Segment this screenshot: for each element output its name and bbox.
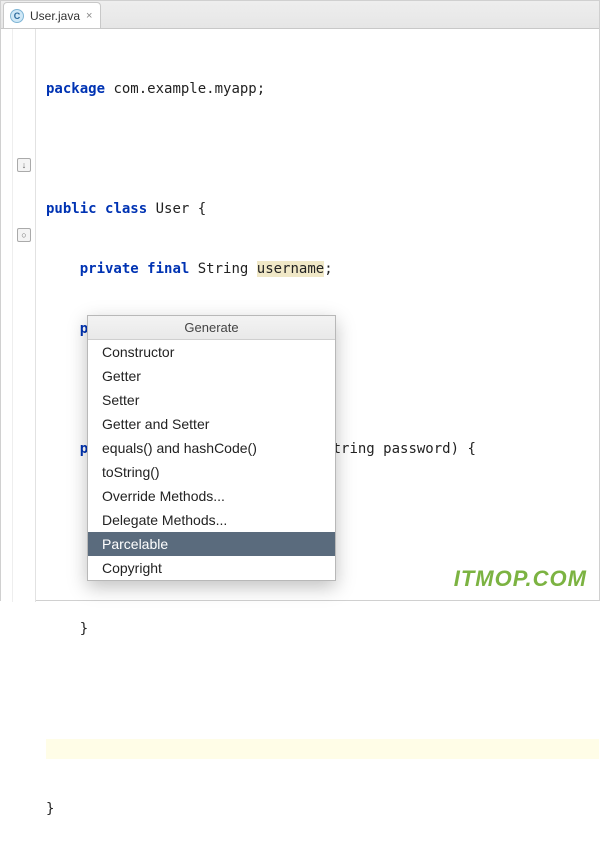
code-text: com.example.myapp;	[105, 81, 265, 97]
tab-bar: C User.java ×	[1, 1, 599, 29]
popup-title: Generate	[88, 316, 335, 340]
generate-popup: Generate Constructor Getter Setter Gette…	[87, 315, 336, 581]
popup-item-parcelable[interactable]: Parcelable	[88, 532, 335, 556]
popup-list: Constructor Getter Setter Getter and Set…	[88, 340, 335, 580]
keyword: package	[46, 81, 105, 97]
watermark: ITMOP.COM	[454, 566, 587, 592]
code-text: }	[80, 621, 88, 637]
popup-item-tostring[interactable]: toString()	[88, 460, 335, 484]
tab-title: User.java	[30, 9, 80, 23]
code-text: User {	[147, 201, 206, 217]
code-text: ;	[324, 261, 332, 277]
code-text: String	[189, 261, 256, 277]
implements-gutter-icon[interactable]: ↓	[17, 158, 31, 172]
current-line	[46, 739, 599, 759]
override-gutter-icon[interactable]: ○	[17, 228, 31, 242]
popup-item-equals-hashcode[interactable]: equals() and hashCode()	[88, 436, 335, 460]
editor-tab[interactable]: C User.java ×	[3, 2, 101, 28]
editor-area: ↓ ○ package com.example.myapp; public cl…	[1, 29, 599, 602]
keyword: class	[105, 201, 147, 217]
popup-item-getter[interactable]: Getter	[88, 364, 335, 388]
code-text: }	[46, 801, 54, 817]
highlighted-field: username	[257, 261, 324, 277]
gutter: ↓ ○	[1, 29, 36, 602]
popup-item-override[interactable]: Override Methods...	[88, 484, 335, 508]
keyword: public	[46, 201, 97, 217]
keyword: final	[147, 261, 189, 277]
keyword: private	[80, 261, 139, 277]
popup-item-delegate[interactable]: Delegate Methods...	[88, 508, 335, 532]
popup-item-copyright[interactable]: Copyright	[88, 556, 335, 580]
popup-item-getter-setter[interactable]: Getter and Setter	[88, 412, 335, 436]
class-icon: C	[10, 9, 24, 23]
popup-item-setter[interactable]: Setter	[88, 388, 335, 412]
popup-item-constructor[interactable]: Constructor	[88, 340, 335, 364]
close-icon[interactable]: ×	[86, 10, 92, 22]
